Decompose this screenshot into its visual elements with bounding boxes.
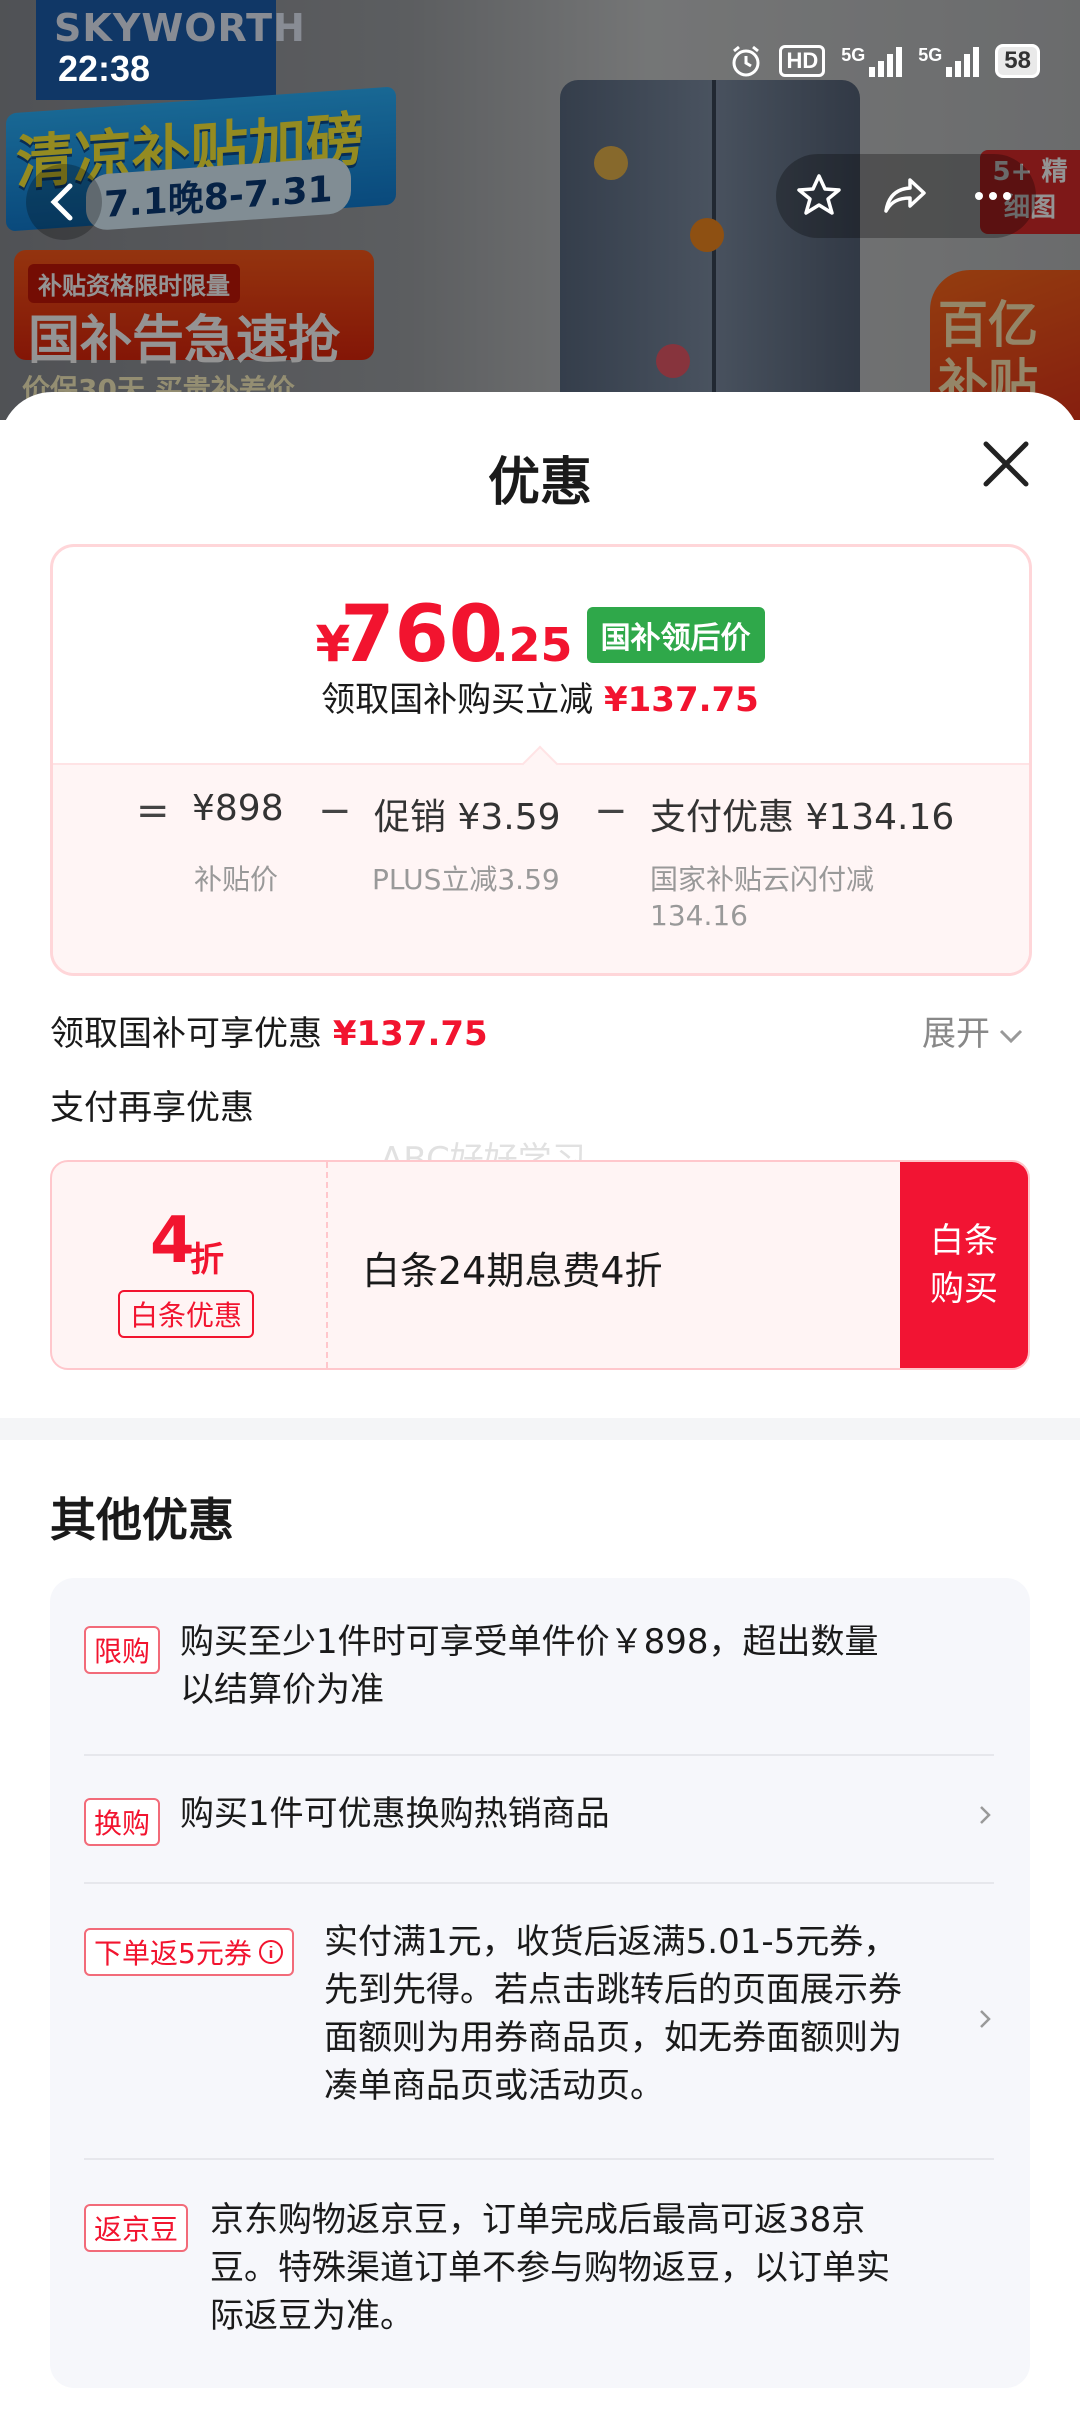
formula-pay-label-line1: 国家补贴云闪付减 — [650, 863, 875, 896]
info-icon[interactable] — [258, 1939, 284, 1965]
purchase-limit-text: 购买至少1件时可享受单件价￥898，超出数量 以结算价为准 — [180, 1618, 879, 1714]
formula-minus-2: − — [594, 788, 628, 834]
national-subsidy-price-badge: 国补领后价 — [586, 607, 765, 663]
baitiao-buy-button[interactable]: 白条 购买 — [900, 1162, 1028, 1368]
network-label-2: 5G — [918, 45, 943, 65]
buy-button-line1: 白条 — [930, 1221, 998, 1261]
jd-beans-text: 京东购物返京豆，订单完成后最高可返38京 豆。特殊渠道订单不参与购物返豆，以订单… — [210, 2196, 890, 2340]
other-discounts-title: 其他优惠 — [50, 1493, 234, 1547]
status-icons: HD 5G 5G 58 — [729, 44, 1040, 78]
expand-button[interactable]: 展开 — [922, 1006, 1024, 1055]
jd-beans-line3: 际返豆为准。 — [210, 2296, 414, 2336]
subsidy-discount-value: ¥137.75 — [332, 1014, 488, 1054]
favorite-star-icon[interactable] — [793, 170, 845, 222]
section-divider — [0, 1418, 1080, 1440]
exchange-text: 购买1件可优惠换购热销商品 — [180, 1794, 610, 1834]
formula-base-label: 补贴价 — [194, 863, 279, 896]
more-icon[interactable] — [967, 170, 1019, 222]
purchase-limit-line2: 以结算价为准 — [180, 1670, 384, 1710]
sheet-title: 优惠 — [487, 453, 592, 513]
close-icon[interactable] — [978, 436, 1034, 492]
pay-again-label: 支付再享优惠 — [50, 1088, 254, 1128]
price-integer: 760 — [340, 590, 504, 680]
formula-equals: = — [136, 788, 170, 834]
alarm-icon — [732, 45, 760, 77]
chevron-right-icon — [980, 1806, 991, 1824]
hd-voice-icon: HD — [779, 45, 826, 77]
chevron-down-icon — [999, 1029, 1023, 1044]
tag-exchange: 换购 — [84, 1798, 161, 1846]
baitiao-coupon[interactable]: 4 折 白条优惠 白条24期息费4折 白条 购买 — [50, 1160, 1030, 1370]
return-coupon-line1: 实付满1元，收货后返满5.01-5元券， — [324, 1922, 898, 1962]
return-coupon-line2: 先到先得。若点击跳转后的页面展示券 — [324, 1970, 902, 2010]
formula-pay-label: 国家补贴云闪付减 134.16 — [650, 862, 874, 934]
formula-pay-label-line2: 134.16 — [650, 899, 748, 932]
share-icon[interactable] — [880, 170, 932, 222]
final-price: ¥ 760 .25 国补领后价 — [0, 590, 1080, 680]
other-discounts-card: 限购 购买至少1件时可享受单件价￥898，超出数量 以结算价为准 换购 购买1件… — [50, 1578, 1030, 2388]
top-action-bar — [776, 154, 1036, 238]
return-coupon-line4: 凑单商品页或活动页。 — [324, 2066, 664, 2106]
status-time: 22:38 — [58, 48, 151, 89]
coupon-description: 白条24期息费4折 — [362, 1249, 663, 1293]
purchase-limit-line1: 购买至少1件时可享受单件价￥898，超出数量 — [180, 1622, 879, 1662]
back-button[interactable] — [26, 164, 102, 240]
signal-5g-icon-2: 5G — [918, 45, 980, 77]
chevron-right-icon — [980, 2010, 991, 2028]
subsidy-discount-label: 领取国补可享优惠 — [50, 1014, 322, 1054]
buy-button-line2: 购买 — [930, 1269, 998, 1309]
tag-jd-beans: 返京豆 — [84, 2204, 189, 2252]
price-reduction-line: 领取国补购买立减 ¥137.75 — [0, 672, 1080, 721]
formula-minus-1: − — [318, 788, 352, 834]
item-separator — [84, 2158, 994, 2160]
battery-icon: 58 — [995, 44, 1040, 78]
formula-base-value: ¥898 — [192, 788, 284, 829]
formula-pay-value: 支付优惠 ¥134.16 — [650, 797, 955, 838]
formula-promo-value: 促销 ¥3.59 — [374, 797, 561, 838]
signal-5g-icon: 5G — [841, 45, 903, 77]
network-label: 5G — [841, 45, 866, 65]
jd-beans-line2: 豆。特殊渠道订单不参与购物返豆，以订单实 — [210, 2248, 890, 2288]
tag-return-coupon: 下单返5元券 — [84, 1928, 294, 1976]
tag-return-coupon-label: 下单返5元券 — [94, 1937, 252, 1970]
chevron-left-icon — [50, 183, 73, 221]
reduction-value: ¥137.75 — [603, 680, 759, 720]
coupon-type-tag: 白条优惠 — [118, 1290, 255, 1338]
return-coupon-line3: 面额则为用券商品页，如无券面额则为 — [324, 2018, 902, 2058]
coupon-discount-unit: 折 — [190, 1240, 224, 1280]
expand-label: 展开 — [922, 1014, 990, 1054]
tag-purchase-limit: 限购 — [84, 1626, 161, 1674]
jd-beans-line1: 京东购物返京豆，订单完成后最高可返38京 — [210, 2200, 866, 2240]
price-decimal: .25 — [491, 618, 573, 672]
formula-promo-label: PLUS立减3.59 — [372, 863, 560, 896]
reduction-label: 领取国补购买立减 — [321, 680, 594, 720]
coupon-discount-number: 4 — [150, 1204, 195, 1278]
return-coupon-text: 实付满1元，收货后返满5.01-5元券， 先到先得。若点击跳转后的页面展示券 面… — [324, 1918, 902, 2110]
subsidy-discount-line: 领取国补可享优惠 ¥137.75 — [50, 1006, 488, 1055]
